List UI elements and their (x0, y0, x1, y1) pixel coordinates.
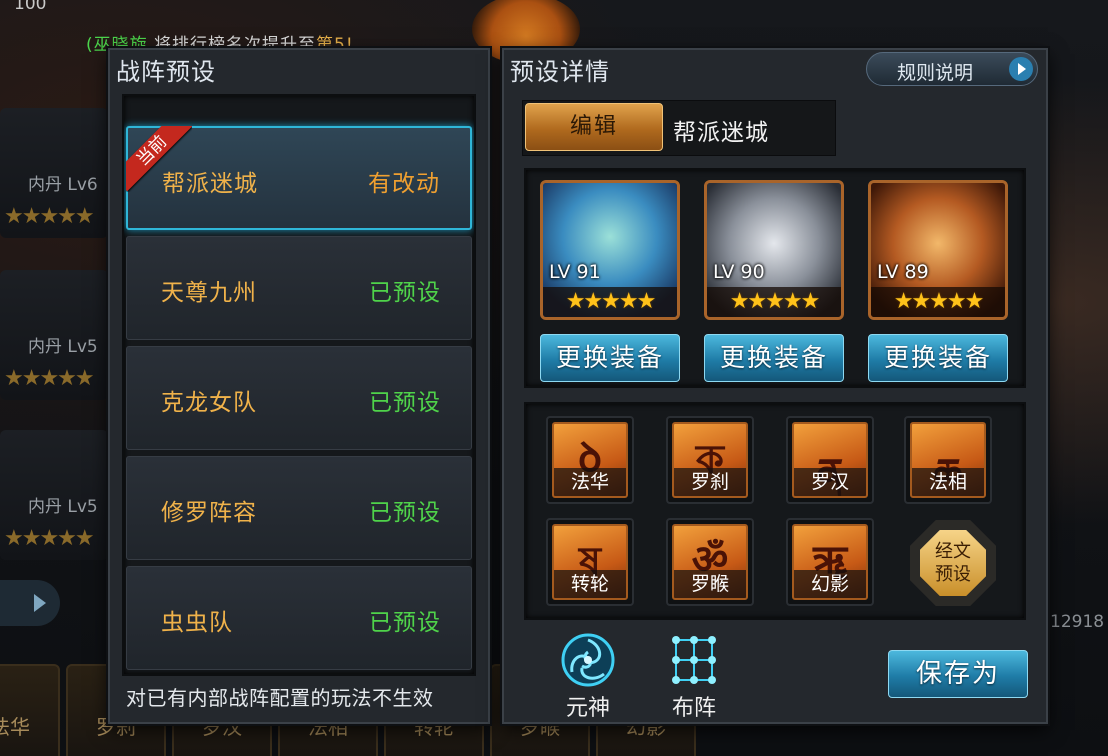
scripture-label: 罗刹 (674, 468, 746, 496)
preset-status: 已预设 (369, 390, 441, 416)
hero-stars: ★★★★★ (871, 287, 1005, 317)
hero-level: LV 90 (713, 261, 765, 283)
scripture-slot[interactable]: ꝺ 法华 (546, 416, 634, 504)
scripture-preset-label: 经文 预设 (935, 541, 971, 585)
bg-card-stars: ★★★★★ (4, 526, 95, 551)
preset-status: 已预设 (369, 610, 441, 636)
preset-item[interactable]: 修罗阵容 已预设 (126, 456, 472, 560)
save-as-button[interactable]: 保存为 (888, 650, 1028, 698)
hero-stars: ★★★★★ (543, 287, 677, 317)
scripture-icon: ষ 转轮 (552, 524, 628, 600)
spirit-button[interactable]: 元神 (548, 632, 628, 721)
scripture-icon: ན 罗汉 (792, 422, 868, 498)
preset-name: 虫虫队 (161, 610, 233, 636)
preset-name-display: 帮派迷城 (673, 120, 769, 146)
preset-list[interactable]: 当前 帮派迷城 有改动 天尊九州 已预设 克龙女队 已预设 修罗阵容 已预设 虫… (122, 94, 476, 676)
panel-title: 预设详情 (510, 58, 610, 86)
preset-status: 有改动 (368, 171, 440, 197)
preset-status: 已预设 (369, 500, 441, 526)
scripture-icon: ॐ 罗睺 (672, 524, 748, 600)
scripture-preset-button[interactable]: 经文 预设 (910, 520, 996, 606)
formation-label: 布阵 (671, 696, 716, 721)
preset-item[interactable]: 天尊九州 已预设 (126, 236, 472, 340)
preset-detail-panel: 预设详情 规则说明 编辑 帮派迷城 LV 91 ★★★★★ 更换装备 LV 90… (502, 48, 1048, 724)
edit-button[interactable]: 编辑 (525, 103, 663, 151)
hero-portrait[interactable]: LV 90 ★★★★★ (704, 180, 844, 320)
preset-item[interactable]: 克龙女队 已预设 (126, 346, 472, 450)
scripture-slot[interactable]: ན 罗汉 (786, 416, 874, 504)
bg-card: 内丹 Lv5 ★★★★★ (0, 430, 108, 560)
scripture-slots: ꝺ 法华 ক 罗刹 ན 罗汉 ཆ 法相 ষ 转轮 (524, 402, 1026, 620)
preset-name: 修罗阵容 (161, 500, 257, 526)
bg-card-stars: ★★★★★ (4, 366, 95, 391)
spirit-label: 元神 (565, 696, 610, 721)
spirit-swirl-icon (560, 632, 616, 688)
bg-card-label: 内丹 Lv5 (28, 497, 98, 517)
hero-lineup: LV 91 ★★★★★ 更换装备 LV 90 ★★★★★ 更换装备 LV 89 … (524, 168, 1026, 388)
rules-button[interactable]: 规则说明 (866, 52, 1038, 86)
scripture-slot[interactable]: ॐ 罗睺 (666, 518, 754, 606)
preset-name: 天尊九州 (161, 280, 257, 306)
scripture-slot[interactable]: ষ 转轮 (546, 518, 634, 606)
scripture-slot[interactable]: ཆ 法相 (904, 416, 992, 504)
preset-footnote: 对已有内部战阵配置的玩法不生效 (126, 686, 434, 710)
formation-button[interactable]: 布阵 (654, 632, 734, 721)
bg-tile: 法华 (0, 664, 60, 756)
formation-grid-icon (666, 632, 722, 688)
preset-item-current[interactable]: 当前 帮派迷城 有改动 (126, 126, 472, 230)
preset-status: 已预设 (369, 280, 441, 306)
preset-name: 克龙女队 (161, 390, 257, 416)
scripture-label: 转轮 (554, 570, 626, 598)
hero-level: LV 89 (877, 261, 929, 283)
scripture-label: 法相 (912, 468, 984, 496)
scripture-slot[interactable]: ॠ 幻影 (786, 518, 874, 606)
change-equipment-button[interactable]: 更换装备 (704, 334, 844, 382)
scripture-label: 罗睺 (674, 570, 746, 598)
hero-level: LV 91 (549, 261, 601, 283)
scripture-icon: ꝺ 法华 (552, 422, 628, 498)
scripture-slot[interactable]: ক 罗刹 (666, 416, 754, 504)
panel-title: 战阵预设 (116, 58, 216, 86)
preset-name-row: 编辑 帮派迷城 (522, 100, 836, 156)
preset-name: 帮派迷城 (162, 171, 258, 197)
bg-card: 内丹 Lv5 ★★★★★ (0, 270, 108, 400)
hero-portrait[interactable]: LV 89 ★★★★★ (868, 180, 1008, 320)
scripture-icon: ॠ 幻影 (792, 524, 868, 600)
change-equipment-button[interactable]: 更换装备 (868, 334, 1008, 382)
bg-side-number: 12918 (1050, 612, 1105, 632)
hero-stars: ★★★★★ (707, 287, 841, 317)
scripture-label: 幻影 (794, 570, 866, 598)
bg-card-label: 内丹 Lv6 (28, 175, 98, 195)
bg-card: 内丹 Lv6 ★★★★★ (0, 108, 108, 238)
scripture-icon: ক 罗刹 (672, 422, 748, 498)
rules-button-label: 规则说明 (897, 62, 974, 84)
resource-count: 100 (14, 0, 47, 14)
bg-card-stars: ★★★★★ (4, 204, 95, 229)
scripture-label: 罗汉 (794, 468, 866, 496)
play-icon (0, 580, 60, 626)
scripture-label: 法华 (554, 468, 626, 496)
preset-item[interactable]: 虫虫队 已预设 (126, 566, 472, 670)
change-equipment-button[interactable]: 更换装备 (540, 334, 680, 382)
hero-portrait[interactable]: LV 91 ★★★★★ (540, 180, 680, 320)
play-arrow-icon (1009, 57, 1033, 81)
bg-card-label: 内丹 Lv5 (28, 337, 98, 357)
preset-list-panel: 战阵预设 当前 帮派迷城 有改动 天尊九州 已预设 克龙女队 已预设 修罗阵容 … (108, 48, 490, 724)
scripture-icon: ཆ 法相 (910, 422, 986, 498)
